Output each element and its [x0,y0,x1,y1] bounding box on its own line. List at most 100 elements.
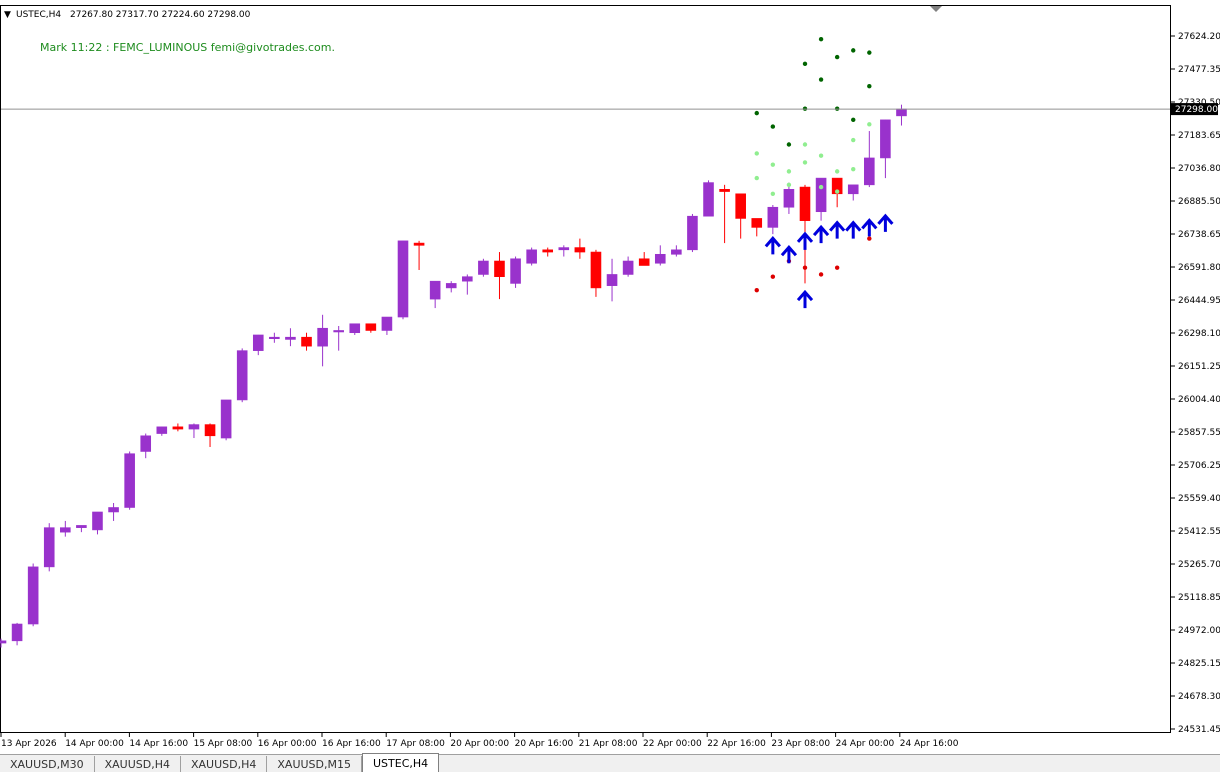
chart-tab[interactable]: USTEC,H4 [362,753,440,772]
x-tick-label: 22 Apr 16:00 [707,739,766,749]
x-tick-label: 14 Apr 16:00 [129,739,188,749]
candle-body [27,566,39,625]
signal-dot-light-green [754,175,759,181]
menu-arrow-icon[interactable]: ▼ [4,10,11,20]
candle-body [397,240,409,318]
y-tick-label: 27624.20 [1178,32,1220,42]
candle-body [285,336,296,340]
candle-body [847,184,859,195]
y-tick-label: 26298.10 [1178,329,1220,339]
signal-dot-red [818,272,824,277]
y-tick-label: 27183.65 [1178,131,1220,141]
signal-dot-light-green [834,189,840,194]
candle-body [269,336,280,339]
y-tick-label: 25412.55 [1178,527,1220,537]
candle-body [204,424,216,437]
signal-dot-light-green [770,191,776,196]
candle-body [429,280,441,300]
candle-body [365,323,377,331]
price-chart[interactable]: ▼ USTEC,H4 27267.80 27317.70 27224.60 27… [0,0,1220,771]
candle-body [622,260,634,275]
y-tick-label: 24678.30 [1178,692,1220,702]
x-tick-label: 20 Apr 16:00 [515,739,574,749]
candle-body [333,330,344,333]
candle-body [188,424,200,430]
chart-tab[interactable]: XAUUSD,M30 [0,756,95,772]
chart-symbol: USTEC,H4 [16,10,61,20]
candle-body [11,623,23,642]
signal-dot-red [802,265,808,270]
x-tick-label: 23 Apr 08:00 [771,739,830,749]
candle-body [671,249,682,255]
signal-dot-dark-green [851,117,856,123]
candle-body [751,218,763,228]
y-tick-label: 24972.00 [1178,626,1220,636]
candle-body [301,336,312,347]
signal-dot-red [754,287,759,293]
x-tick-label: 17 Apr 08:00 [386,739,445,749]
signal-dot-light-green [834,169,840,174]
signal-dot-red [770,274,776,279]
candle-body [526,249,537,264]
signal-dot-dark-green [818,77,824,82]
candle-body [542,249,554,253]
x-axis: 13 Apr 2026 14 Apr 00:00 14 Apr 16:00 15 Ap… [0,732,959,749]
signal-dot-light-green [786,169,792,174]
candle-body [590,251,602,289]
candle-body [349,323,361,334]
y-tick-label: 26738.65 [1178,230,1220,240]
candle-body [654,253,666,264]
candle-body [703,182,714,217]
candle-body [92,511,103,531]
y-tick-label: 25118.85 [1178,593,1220,603]
signal-dot-dark-green [802,61,808,67]
chart-tab[interactable]: XAUUSD,M15 [267,756,362,772]
signal-dot-dark-green [834,54,840,60]
candle-body [0,640,7,644]
signal-dot-light-green [802,160,808,165]
candle-body [108,507,119,513]
x-tick-label: 14 Apr 00:00 [65,739,124,749]
x-tick-label: 22 Apr 00:00 [643,739,702,749]
x-tick-label: 13 Apr 2026 [1,739,57,749]
candle-body [558,247,570,251]
chart-tab[interactable]: XAUUSD,H4 [181,756,268,772]
candle-body [719,189,730,192]
candle-body [236,350,248,401]
signal-dot-dark-green [770,124,776,129]
x-tick-label: 24 Apr 00:00 [836,739,895,749]
signal-dot-light-green [802,142,808,147]
candle-body [43,527,55,568]
candle-body [445,283,457,289]
candle-body [815,177,827,213]
x-tick-label: 21 Apr 08:00 [579,739,638,749]
chart-tab[interactable]: XAUUSD,H4 [95,756,181,772]
candle-body [638,258,650,266]
candle-body [76,525,87,528]
candle-body [381,316,393,331]
y-tick-label: 26591.80 [1178,263,1220,273]
candle-body [896,108,907,117]
candle-body [687,215,698,251]
plot-area[interactable] [0,5,1171,733]
y-tick-label: 24825.15 [1178,659,1220,669]
y-tick-label: 25559.40 [1178,494,1220,504]
y-tick-label: 27477.35 [1178,65,1220,75]
current-price-label: 27298.00 [1175,105,1218,115]
candle-body [220,399,232,439]
signal-dot-dark-green [754,110,759,116]
x-tick-label: 16 Apr 00:00 [258,739,317,749]
candle-body [156,426,168,434]
candle-body [140,435,152,452]
chart-ohlc: 27267.80 27317.70 27224.60 27298.00 [70,10,251,20]
y-tick-label: 25706.25 [1178,461,1220,471]
y-tick-label: 26885.50 [1178,197,1220,207]
signal-dot-dark-green [851,48,856,53]
x-tick-label: 16 Apr 16:00 [322,739,381,749]
y-tick-label: 26444.95 [1178,296,1220,306]
x-tick-label: 20 Apr 00:00 [450,739,509,749]
candle-body [864,157,875,186]
candle-body [735,193,746,219]
y-tick-label: 25265.70 [1178,560,1220,570]
x-tick-label: 15 Apr 08:00 [194,739,253,749]
